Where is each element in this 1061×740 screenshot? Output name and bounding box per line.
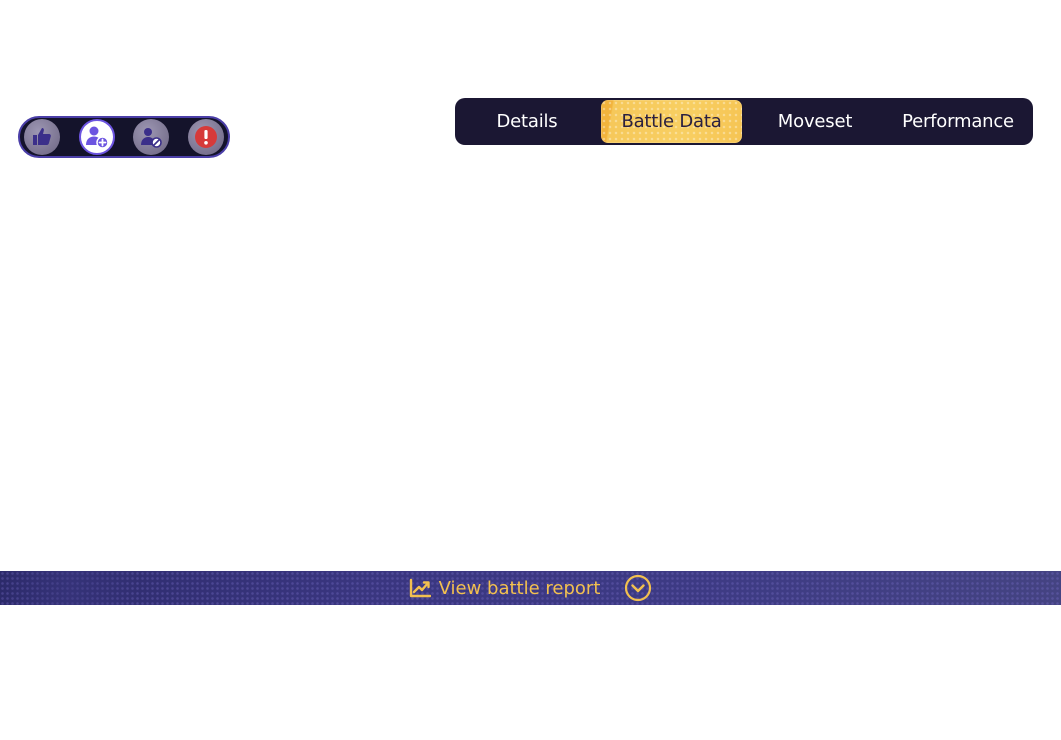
- report-player-button[interactable]: [187, 119, 224, 155]
- player-actions-bar: [18, 116, 230, 158]
- tab-battle-data[interactable]: Battle Data: [601, 100, 742, 143]
- tab-bar: Details Battle Data Moveset Performance: [455, 98, 1033, 145]
- block-user-button[interactable]: [133, 119, 170, 155]
- view-battle-report-label: View battle report: [438, 577, 601, 599]
- like-button[interactable]: [24, 119, 60, 155]
- chevron-down-circle-icon[interactable]: [624, 574, 652, 602]
- tab-moveset[interactable]: Moveset: [755, 100, 875, 143]
- add-friend-icon: [85, 126, 109, 149]
- view-battle-report-button[interactable]: View battle report: [409, 574, 653, 602]
- decorative-pattern: [0, 571, 140, 605]
- tab-performance[interactable]: Performance: [885, 100, 1031, 143]
- block-user-icon: [141, 128, 163, 148]
- tab-details[interactable]: Details: [467, 100, 587, 143]
- thumbs-up-icon: [33, 128, 51, 145]
- alert-icon: [194, 126, 217, 148]
- screen: Details Battle Data Moveset Performance …: [0, 0, 1061, 740]
- battle-report-bar: View battle report: [0, 571, 1061, 605]
- line-chart-icon: [409, 578, 431, 598]
- add-friend-button[interactable]: [78, 119, 115, 155]
